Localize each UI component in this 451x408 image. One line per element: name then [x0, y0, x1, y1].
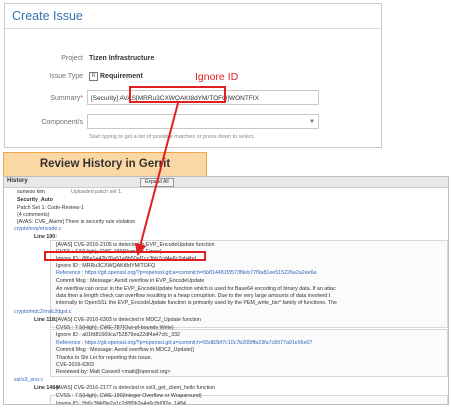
history-line: Thanks to Shi Lei for reporting this iss…	[56, 355, 152, 361]
components-hint: Start typing to get a list of possible m…	[89, 134, 255, 140]
history-line: Ignore ID : 5b6c3f4d9e2a1c7d8f0b2e4a6c8d…	[56, 401, 186, 405]
history-line: Patch Set 1: Code-Review-1	[17, 205, 84, 211]
history-line: An overflow can occur in the EVP_EncodeU…	[56, 286, 336, 292]
history-line: CVE-2016-6303	[56, 362, 94, 368]
components-select[interactable]: ▼	[87, 114, 319, 129]
review-history-banner: Review History in Gerrit	[3, 152, 207, 178]
ignore-id-annotation: Ignore ID	[193, 71, 241, 83]
chevron-down-icon[interactable]: ▼	[309, 115, 315, 128]
history-link[interactable]: Reference : https://git.openssl.org/?p=o…	[56, 340, 312, 347]
dialog-title: Create Issue	[12, 9, 83, 23]
history-link[interactable]: crypto/mdc2/mdc2dgst.c	[14, 309, 71, 316]
history-link[interactable]: ssl/s3_srvr.c	[14, 377, 43, 384]
history-line: Security_Auto	[17, 197, 53, 203]
project-value: Tizen Infrastructure	[89, 55, 155, 62]
history-title: History	[7, 178, 28, 184]
history-line: [AVAS] CVE-2016-2105 is detected in EVP_…	[56, 242, 215, 248]
history-line: [AVAS: CVE_Alarm] There is security rule…	[17, 219, 136, 225]
components-label: Component/s	[41, 119, 83, 126]
banner-label: Review History in Gerrit	[39, 158, 171, 170]
summary-label-text: Summary	[50, 95, 81, 102]
history-panel: History Expand All sunwoo kim Uploaded pa…	[3, 176, 449, 405]
history-line: internally to OpenSSL the EVP_EncodeUpda…	[56, 300, 337, 306]
history-line: CVSS : 7.5(High); CWE-190(Integer Overfl…	[56, 393, 202, 399]
requirement-icon: R	[89, 72, 98, 81]
history-line: sunwoo kim	[17, 189, 45, 195]
history-line: [AVAS] CVE-2016-2177 is detected in ssl3…	[56, 385, 216, 391]
issue-type-value[interactable]: Requirement	[100, 73, 143, 80]
history-line: CVSS : 7.5(High); CWE-787(Out-of-bounds …	[56, 325, 174, 331]
history-line: Line 118:	[34, 317, 57, 323]
summary-label: Summary*	[50, 95, 83, 102]
ignore-id-highlight	[129, 86, 226, 103]
project-label: Project	[61, 55, 83, 62]
history-link[interactable]: Reference : https://git.openssl.org/?p=o…	[56, 270, 316, 277]
expand-all-button[interactable]: Expand All	[140, 178, 174, 187]
issue-type-label: Issue Type	[49, 73, 83, 80]
history-line: Ignore ID : MRRu3CXWQAKt8dYM/TOFQ	[56, 263, 156, 269]
history-line: Line 190:	[34, 234, 57, 240]
required-mark: *	[80, 95, 83, 102]
history-link[interactable]: crypto/evp/encode.c	[14, 226, 61, 233]
ignore-id-history-highlight	[44, 251, 206, 261]
history-line: Commit Msg : Message: Avoid overflow in …	[56, 347, 195, 353]
history-line: Reviewed-by: Matt Caswell <matt@openssl.…	[56, 369, 171, 375]
history-line: [AVAS] CVE-2016-6303 is detected in MDC2…	[56, 317, 201, 323]
divider	[5, 28, 381, 29]
history-line: Commit Msg : Message: Avoid overflow in …	[56, 278, 205, 284]
history-line: data then a length check can overflow re…	[56, 293, 331, 299]
history-header: History Expand All	[4, 177, 448, 188]
history-line: (4 comments)	[17, 212, 50, 218]
history-line: Ignore ID : a01fd81669ca752879ea22df4a47…	[56, 332, 180, 338]
history-line: Uploaded patch set 1.	[71, 189, 123, 195]
